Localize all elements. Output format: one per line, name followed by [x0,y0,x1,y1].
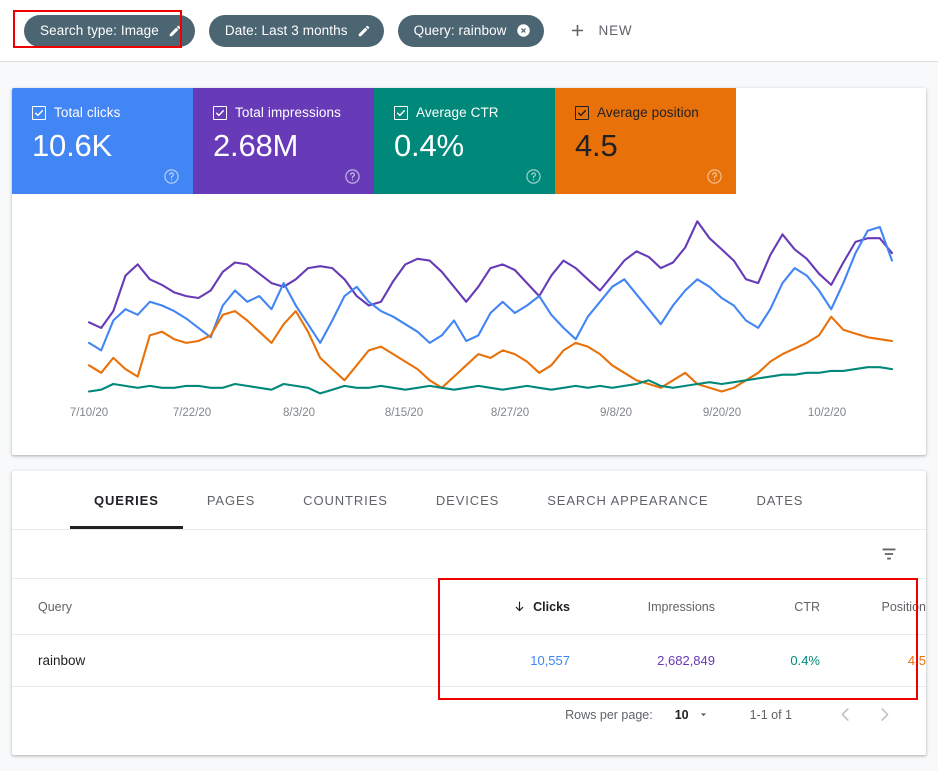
metric-title: Total impressions [235,105,341,120]
chart-series-total-clicks [87,225,894,352]
performance-page: Search type: Image Date: Last 3 months Q… [0,0,938,771]
chart-series-average-position [87,310,894,393]
chevron-down-icon[interactable] [697,708,710,721]
tab-label: DATES [756,492,804,508]
new-filter-button[interactable]: NEW [568,15,633,47]
metric-header: Average position [575,105,736,121]
down-arrow-icon [513,600,526,613]
help-icon[interactable] [344,168,361,185]
metric-value: 0.4% [394,128,464,163]
help-icon[interactable] [706,168,723,185]
chart-series-average-ctr [87,366,894,395]
table-pagination: Rows per page: 10 1-1 of 1 [12,687,926,742]
x-axis-tick-label: 8/27/20 [490,407,530,419]
metric-title: Total clicks [54,105,121,120]
help-icon[interactable] [163,168,180,185]
checkbox-checked-icon[interactable] [213,106,227,120]
metric-value: 2.68M [213,128,299,163]
x-axis-tick-label: 8/3/20 [283,407,315,419]
checkbox-checked-icon[interactable] [575,106,589,120]
metric-cards: Total clicks 10.6K Total impressions 2.6… [12,88,926,194]
cell-impressions: 2,682,849 [657,653,715,668]
metric-value: 10.6K [32,128,113,163]
checkbox-checked-icon[interactable] [32,106,46,120]
rows-per-page-value[interactable]: 10 [675,708,689,722]
metric-title: Average CTR [416,105,499,120]
tab-label: DEVICES [435,492,500,508]
metric-header: Average CTR [394,105,555,121]
metric-header: Total clicks [32,105,193,121]
pencil-icon[interactable] [357,24,371,38]
help-icon[interactable] [525,168,542,185]
metric-header: Total impressions [213,105,374,121]
tab-dates[interactable]: DATES [732,471,827,529]
metric-card-average-position[interactable]: Average position 4.5 [555,88,736,194]
filter-chip-search-type[interactable]: Search type: Image [24,14,195,47]
cell-clicks: 10,557 [530,653,570,668]
filter-chip-query[interactable]: Query: rainbow [397,14,544,47]
tab-label: COUNTRIES [303,492,388,508]
chevron-right-icon[interactable] [865,699,904,730]
pencil-icon[interactable] [168,24,182,38]
metrics-empty-area [736,88,926,194]
filter-chip-label: Date: Last 3 months [224,22,348,38]
column-header-query[interactable]: Query [12,600,438,614]
column-header-clicks-label: Clicks [533,599,570,614]
performance-table-card: QUERIES PAGES COUNTRIES DEVICES SEARCH A… [12,471,926,755]
column-header-impressions[interactable]: Impressions [570,600,715,614]
table-row[interactable]: rainbow 10,557 2,682,849 0.4% 4.5 [12,635,926,687]
metric-card-total-impressions[interactable]: Total impressions 2.68M [193,88,374,194]
plus-icon [568,21,587,40]
table-header-row: Query Clicks Impressions CTR Position [12,579,926,635]
metric-card-average-ctr[interactable]: Average CTR 0.4% [374,88,555,194]
filter-icon[interactable] [878,543,900,565]
tab-label: PAGES [206,492,256,508]
column-header-ctr[interactable]: CTR [715,600,820,614]
tab-pages[interactable]: PAGES [183,471,279,529]
chart-plot-area [87,220,894,395]
x-axis-tick-label: 7/22/20 [172,407,212,419]
filter-bar: Search type: Image Date: Last 3 months Q… [0,0,938,62]
tab-label: QUERIES [94,492,159,508]
table-tabs: QUERIES PAGES COUNTRIES DEVICES SEARCH A… [12,471,926,530]
performance-line-chart: 7/10/20 7/22/20 8/3/20 8/15/20 8/27/20 9/8/20… [12,194,926,455]
x-axis-tick-label: 9/8/20 [600,407,632,419]
filter-chip-label: Search type: Image [40,22,159,38]
metric-card-total-clicks[interactable]: Total clicks 10.6K [12,88,193,194]
x-axis-tick-label: 7/10/20 [69,407,109,419]
cell-query: rainbow [38,653,86,668]
pagination-range: 1-1 of 1 [749,707,792,722]
table-toolbar [12,530,926,579]
chevron-left-icon[interactable] [826,699,865,730]
filter-chip-label: Query: rainbow [413,22,507,38]
performance-chart-card: Total clicks 10.6K Total impressions 2.6… [12,88,926,455]
x-axis-tick-label: 9/20/20 [702,407,742,419]
x-axis-tick-label: 10/2/20 [807,407,847,419]
new-filter-label: NEW [598,23,633,38]
x-axis-tick-label: 8/15/20 [384,407,424,419]
cell-position: 4.5 [907,653,926,668]
tab-label: SEARCH APPEARANCE [547,492,709,508]
column-header-clicks[interactable]: Clicks [438,600,570,614]
close-circle-icon[interactable] [516,23,531,38]
filter-chip-date[interactable]: Date: Last 3 months [208,14,384,47]
metric-value: 4.5 [575,128,618,163]
cell-ctr: 0.4% [790,653,820,668]
tab-queries[interactable]: QUERIES [70,471,183,529]
tab-devices[interactable]: DEVICES [412,471,523,529]
chart-x-axis: 7/10/20 7/22/20 8/3/20 8/15/20 8/27/20 9/8/20… [12,407,926,423]
rows-per-page-label: Rows per page: [565,707,653,722]
column-header-position[interactable]: Position [820,600,926,614]
metric-title: Average position [597,105,699,120]
tab-search-appearance[interactable]: SEARCH APPEARANCE [523,471,732,529]
checkbox-checked-icon[interactable] [394,106,408,120]
tab-countries[interactable]: COUNTRIES [279,471,412,529]
